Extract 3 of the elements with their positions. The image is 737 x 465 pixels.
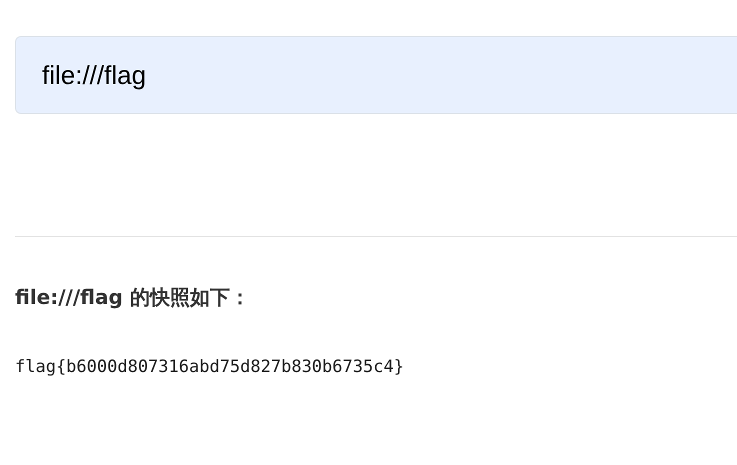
url-field[interactable]: file:///flag bbox=[15, 36, 737, 114]
snapshot-heading: file:///flag 的快照如下： bbox=[15, 284, 250, 311]
snapshot-content: flag{b6000d807316abd75d827b830b6735c4} bbox=[15, 356, 404, 379]
